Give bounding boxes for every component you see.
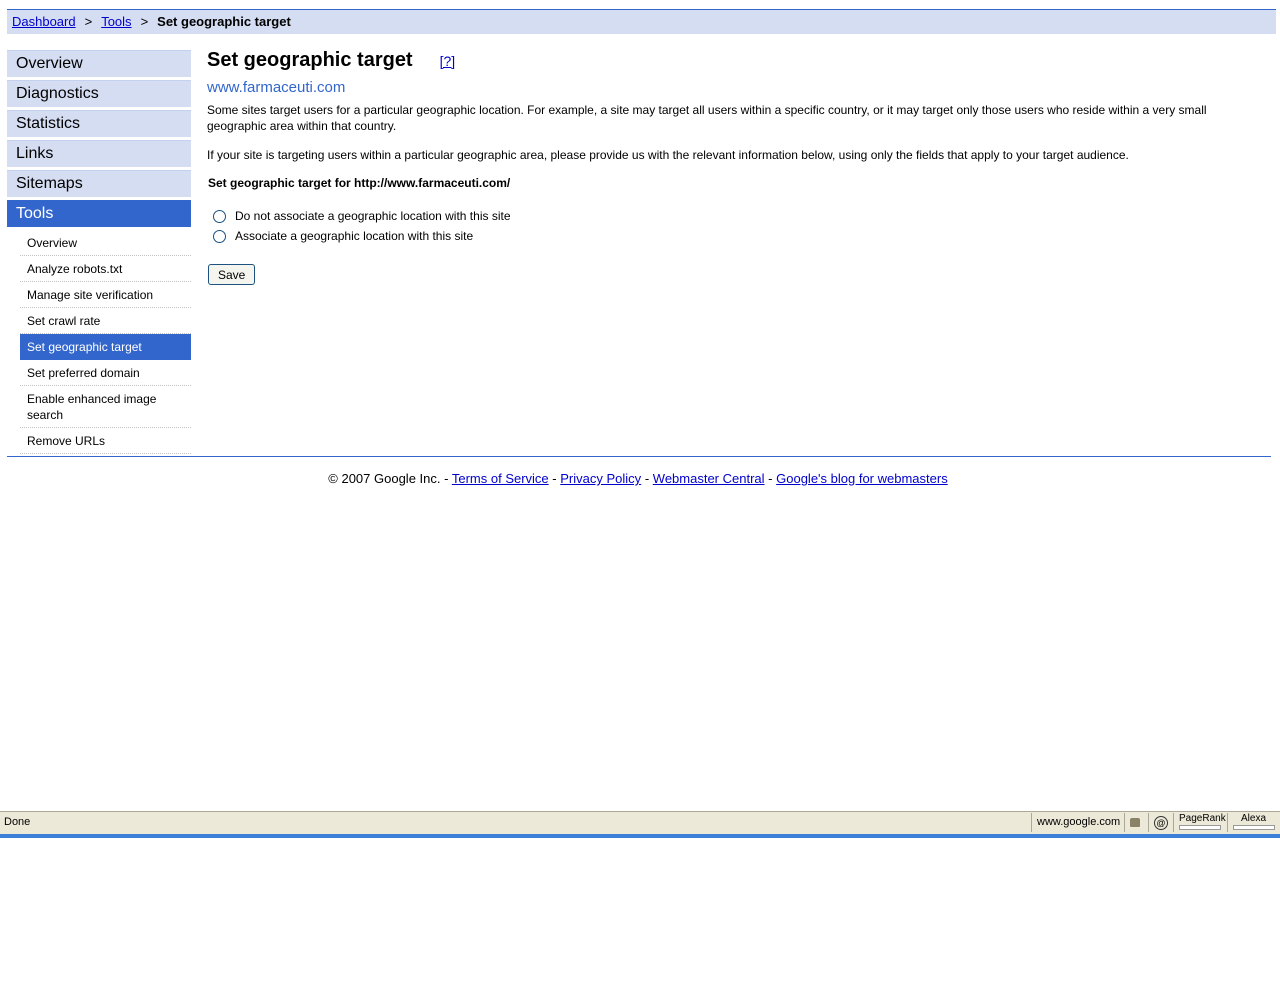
subnav-item-site-verification[interactable]: Manage site verification: [20, 282, 191, 308]
pagerank-widget[interactable]: PageRank: [1173, 813, 1227, 832]
page-title: Set geographic target: [207, 49, 413, 71]
no-location-label[interactable]: Do not associate a geographic location w…: [235, 209, 511, 223]
at-icon[interactable]: @: [1148, 813, 1173, 832]
sidebar-item-tools[interactable]: Tools: [7, 200, 191, 227]
webmaster-blog-link[interactable]: Google's blog for webmasters: [776, 471, 948, 486]
footer-separator: -: [552, 471, 557, 486]
title-row: Set geographic target [?]: [207, 46, 1257, 74]
no-location-radio[interactable]: [213, 209, 226, 223]
main-content: Set geographic target [?] www.farmaceuti…: [207, 46, 1257, 285]
sidebar-item-statistics[interactable]: Statistics: [7, 110, 191, 137]
breadcrumb: Dashboard > Tools > Set geographic target: [7, 9, 1276, 34]
breadcrumb-current: Set geographic target: [157, 14, 291, 29]
footer-separator: -: [644, 471, 650, 486]
breadcrumb-dashboard-link[interactable]: Dashboard: [12, 14, 76, 29]
privacy-link[interactable]: Privacy Policy: [560, 471, 641, 486]
breadcrumb-tools-link[interactable]: Tools: [101, 14, 131, 29]
section-heading: Set geographic target for http://www.far…: [208, 176, 511, 190]
subnav-item-overview[interactable]: Overview: [20, 230, 191, 256]
copyright-text: © 2007 Google Inc.: [328, 471, 441, 486]
footer: © 2007 Google Inc. - Terms of Service - …: [0, 471, 1276, 486]
subnav-item-preferred-domain[interactable]: Set preferred domain: [20, 360, 191, 386]
footer-separator: -: [768, 471, 773, 486]
status-text: Done: [4, 816, 31, 828]
location-options: Do not associate a geographic location w…: [207, 206, 1257, 246]
status-host: www.google.com: [1031, 813, 1125, 832]
subnav-item-remove-urls[interactable]: Remove URLs: [20, 428, 191, 454]
subnav-item-analyze-robots[interactable]: Analyze robots.txt: [20, 256, 191, 282]
terms-link[interactable]: Terms of Service: [452, 471, 549, 486]
subnav-item-image-search[interactable]: Enable enhanced image search: [20, 386, 191, 428]
sidebar: Overview Diagnostics Statistics Links Si…: [7, 50, 191, 454]
webmaster-central-link[interactable]: Webmaster Central: [653, 471, 765, 486]
instruction-paragraph: If your site is targeting users within a…: [207, 148, 1129, 162]
subnav-item-crawl-rate[interactable]: Set crawl rate: [20, 308, 191, 334]
associate-location-label[interactable]: Associate a geographic location with thi…: [235, 229, 473, 243]
footer-separator: -: [444, 471, 449, 486]
save-button[interactable]: Save: [208, 264, 256, 285]
alexa-label: Alexa: [1240, 813, 1266, 824]
sidebar-item-links[interactable]: Links: [7, 140, 191, 167]
option-associate-location: Associate a geographic location with thi…: [213, 226, 1257, 246]
alexa-widget[interactable]: Alexa: [1227, 813, 1279, 832]
option-no-location: Do not associate a geographic location w…: [213, 206, 1257, 226]
subnav-item-geographic-target[interactable]: Set geographic target: [20, 334, 191, 360]
pagerank-label: PageRank: [1179, 813, 1226, 824]
associate-location-radio[interactable]: [213, 229, 226, 243]
help-link[interactable]: [?]: [440, 53, 456, 69]
description-paragraph: Some sites target users for a particular…: [207, 103, 1207, 133]
sidebar-item-overview[interactable]: Overview: [7, 50, 191, 77]
sidebar-item-sitemaps[interactable]: Sitemaps: [7, 170, 191, 197]
alexa-bar: [1233, 825, 1275, 830]
tools-subnav: Overview Analyze robots.txt Manage site …: [20, 230, 191, 454]
breadcrumb-separator: >: [84, 14, 93, 29]
breadcrumb-separator: >: [140, 14, 149, 29]
sidebar-item-diagnostics[interactable]: Diagnostics: [7, 80, 191, 107]
browser-status-bar: Done www.google.com @ PageRank Alexa: [0, 811, 1280, 834]
lock-icon[interactable]: [1124, 813, 1148, 832]
footer-divider: [7, 456, 1271, 457]
site-url: www.farmaceuti.com: [207, 79, 346, 96]
pagerank-bar: [1179, 825, 1221, 830]
taskbar-edge: [0, 834, 1280, 838]
